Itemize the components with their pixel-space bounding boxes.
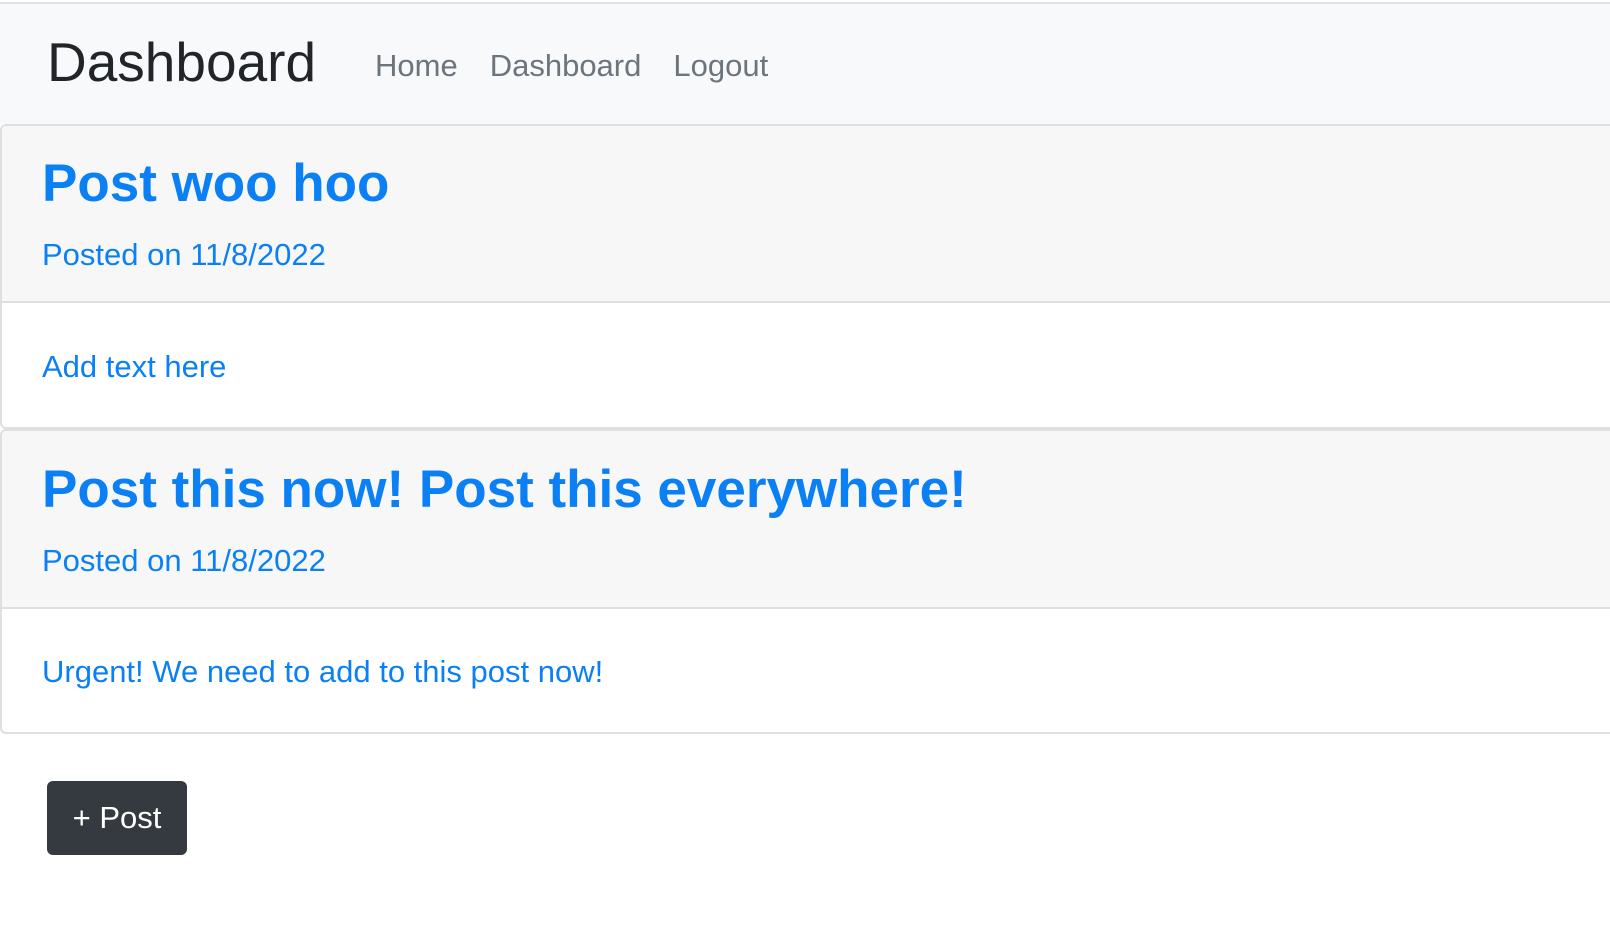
nav-link-home[interactable]: Home — [375, 46, 458, 86]
post-date: Posted on 11/8/2022 — [42, 237, 326, 272]
post-date: Posted on 11/8/2022 — [42, 543, 326, 578]
post-card[interactable]: Post this now! Post this everywhere! Pos… — [0, 429, 1610, 734]
post-body-text: Add text here — [42, 349, 227, 384]
nav-links: Home Dashboard Logout — [375, 46, 768, 86]
post-card-body: Add text here — [2, 303, 1610, 427]
post-title: Post woo hoo — [42, 154, 390, 213]
navbar-brand[interactable]: Dashboard — [47, 30, 316, 94]
new-post-button[interactable]: + Post — [47, 781, 187, 855]
post-card-body: Urgent! We need to add to this post now! — [2, 609, 1610, 732]
post-body-text: Urgent! We need to add to this post now! — [42, 654, 604, 689]
post-card-header: Post woo hoo Posted on 11/8/2022 — [2, 126, 1610, 303]
post-title: Post this now! Post this everywhere! — [42, 460, 967, 519]
post-card[interactable]: Post woo hoo Posted on 11/8/2022 Add tex… — [0, 124, 1610, 429]
nav-link-dashboard[interactable]: Dashboard — [490, 46, 642, 86]
post-card-header: Post this now! Post this everywhere! Pos… — [2, 431, 1610, 609]
nav-link-logout[interactable]: Logout — [673, 46, 768, 86]
navbar: Dashboard Home Dashboard Logout — [0, 2, 1610, 124]
